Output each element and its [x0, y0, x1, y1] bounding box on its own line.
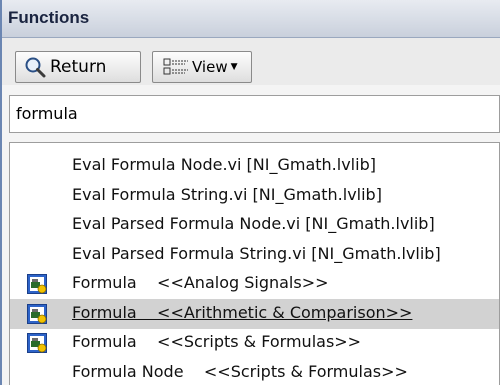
express-vi-icon [27, 274, 47, 294]
dropdown-arrow-icon: ▼ [230, 62, 238, 72]
result-row[interactable]: Eval Formula Node.vi [NI_Gmath.lvlib] [10, 151, 499, 181]
palette-title-bar[interactable]: Functions [2, 0, 500, 38]
return-button[interactable]: Return [15, 51, 141, 83]
palette-toolbar: Return View ▼ [2, 38, 500, 85]
search-input-value: formula [16, 104, 78, 123]
result-row-label: Formula <<Scripts & Formulas>> [72, 332, 362, 351]
result-row-label: Eval Parsed Formula Node.vi [NI_Gmath.lv… [72, 214, 435, 233]
return-button-label: Return [50, 57, 107, 77]
express-vi-icon [27, 303, 47, 324]
result-row-label: Eval Formula Node.vi [NI_Gmath.lvlib] [72, 155, 376, 174]
result-row[interactable]: Formula <<Analog Signals>> [10, 269, 499, 299]
result-row[interactable]: Eval Formula String.vi [NI_Gmath.lvlib] [10, 181, 499, 211]
result-row-label: Eval Formula String.vi [NI_Gmath.lvlib] [72, 184, 382, 204]
magnifier-icon [25, 57, 46, 78]
result-row-label: Formula <<Analog Signals>> [72, 273, 329, 292]
result-row[interactable]: Formula Node <<Scripts & Formulas>> [10, 358, 499, 385]
result-row-label: Formula Node <<Scripts & Formulas>> [72, 361, 408, 381]
result-row[interactable]: Eval Parsed Formula String.vi [NI_Gmath.… [10, 240, 499, 270]
result-row[interactable]: Formula <<Scripts & Formulas>> [10, 328, 499, 358]
view-list-icon [163, 58, 188, 75]
view-button-label: View [192, 58, 228, 76]
result-row-label: Formula <<Arithmetic & Comparison>> [72, 302, 413, 322]
view-button[interactable]: View ▼ [152, 51, 252, 83]
result-row-label: Eval Parsed Formula String.vi [NI_Gmath.… [72, 243, 441, 263]
result-row[interactable]: Eval Parsed Formula Node.vi [NI_Gmath.lv… [10, 210, 499, 240]
express-vi-icon [27, 333, 47, 353]
search-input[interactable]: formula [9, 95, 500, 133]
result-row[interactable]: Formula <<Arithmetic & Comparison>> [10, 298, 499, 329]
palette-title: Functions [8, 8, 90, 27]
functions-palette: Functions Return View ▼ formula Eval For… [0, 0, 500, 385]
search-results-list: Eval Formula Node.vi [NI_Gmath.lvlib] Eva… [9, 142, 500, 385]
